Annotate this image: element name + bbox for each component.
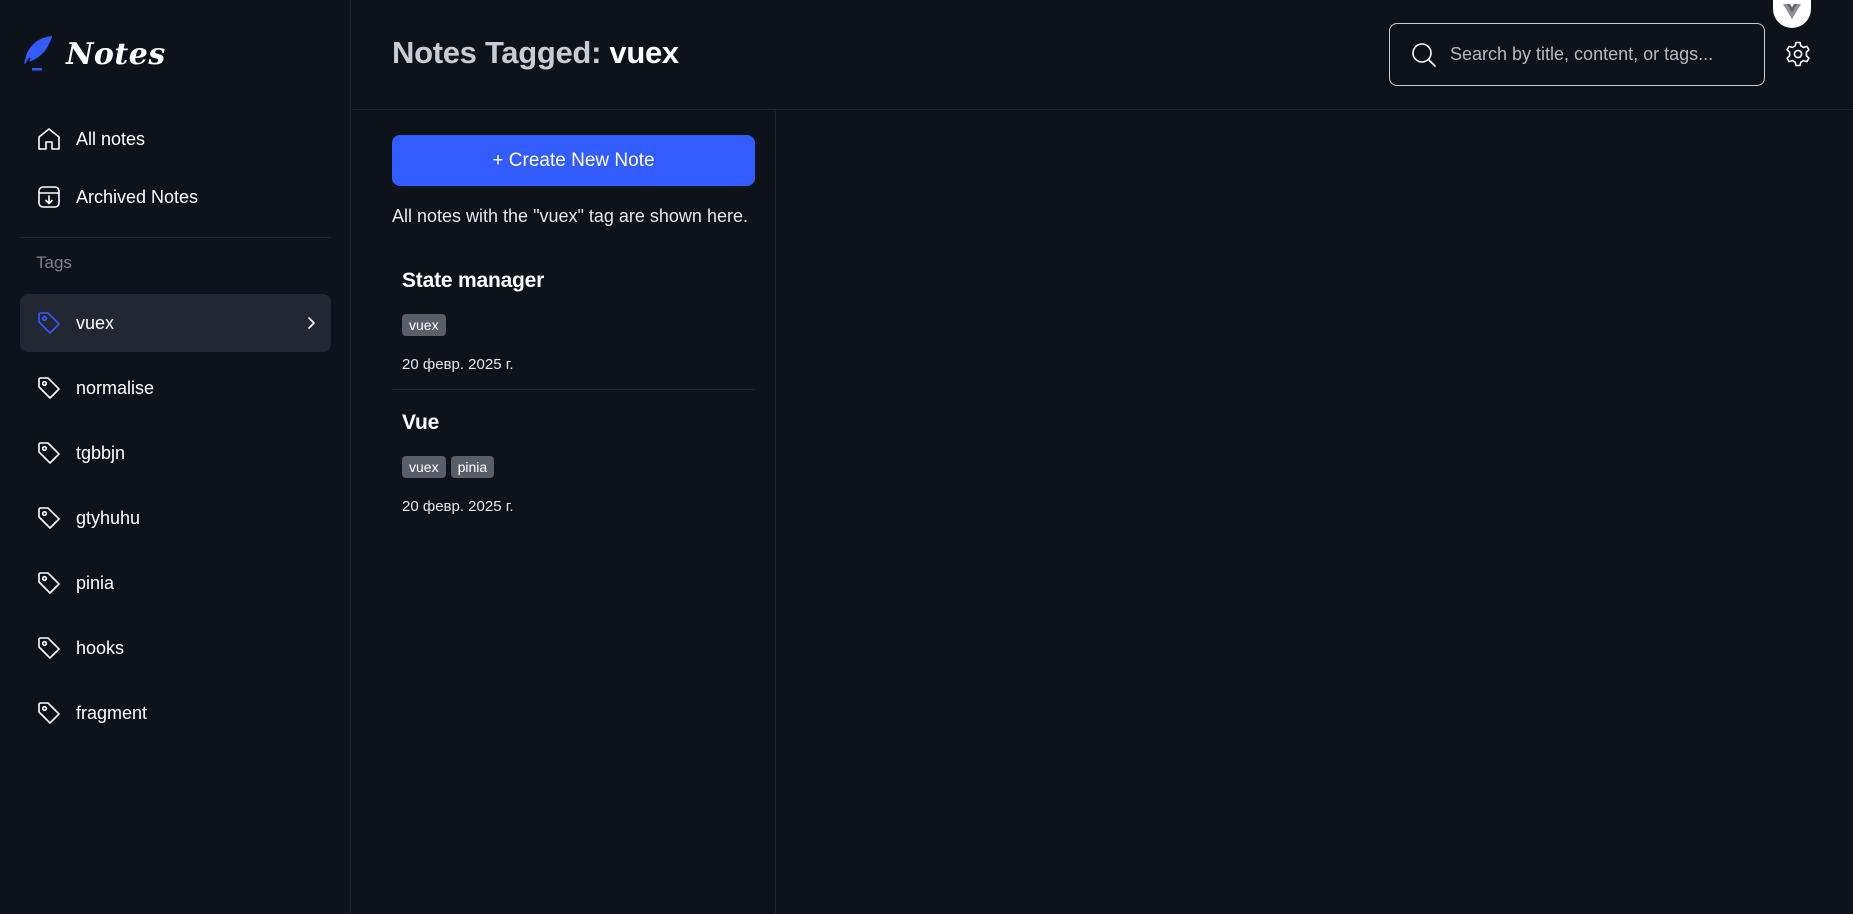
page-title-tag: vuex	[609, 35, 679, 70]
page-header: Notes Tagged: vuex	[352, 0, 1853, 110]
vue-devtools-badge[interactable]	[1773, 0, 1811, 28]
sidebar-tag-fragment[interactable]: fragment	[20, 684, 331, 742]
home-icon	[38, 128, 60, 150]
note-card[interactable]: Vue vuex pinia 20 февр. 2025 г.	[392, 393, 755, 533]
nav-archived-notes[interactable]: Archived Notes	[20, 168, 331, 226]
sidebar-tag-hooks[interactable]: hooks	[20, 619, 331, 677]
note-detail-panel	[777, 111, 1853, 914]
note-title: Vue	[402, 411, 440, 434]
app-root: Notes All notes Archived Notes Tags vuex…	[0, 0, 1853, 914]
tag-icon	[38, 377, 60, 399]
app-logo[interactable]: Notes	[20, 34, 166, 74]
note-tag-chip: vuex	[402, 456, 446, 478]
notes-list-panel: + Create New Note All notes with the "vu…	[352, 111, 776, 914]
tag-label: vuex	[76, 312, 115, 333]
tag-label: normalise	[76, 377, 155, 398]
settings-gear-icon[interactable]	[1784, 40, 1812, 68]
tag-label: pinia	[76, 572, 115, 593]
tag-icon	[38, 507, 60, 529]
archive-icon	[38, 186, 60, 208]
sidebar-tag-pinia[interactable]: pinia	[20, 554, 331, 612]
tag-icon	[38, 442, 60, 464]
note-card[interactable]: State manager vuex 20 февр. 2025 г.	[392, 251, 755, 390]
search-box	[1389, 23, 1765, 86]
note-date: 20 февр. 2025 г.	[402, 356, 514, 373]
tag-label: hooks	[76, 637, 125, 658]
main-nav: All notes Archived Notes	[20, 110, 331, 226]
sidebar-tag-normalise[interactable]: normalise	[20, 359, 331, 417]
search-input[interactable]	[1450, 44, 1740, 65]
note-date: 20 февр. 2025 г.	[402, 498, 514, 515]
sidebar-tag-tgbbjn[interactable]: tgbbjn	[20, 424, 331, 482]
tag-label: fragment	[76, 702, 148, 723]
tag-icon	[38, 312, 60, 334]
tag-icon	[38, 572, 60, 594]
app-name: Notes	[66, 36, 166, 72]
tag-icon	[38, 637, 60, 659]
feather-icon	[23, 36, 52, 71]
search-icon	[1412, 42, 1436, 67]
note-title: State manager	[402, 269, 545, 292]
sidebar-divider	[20, 237, 331, 238]
note-tags: vuex	[402, 314, 451, 336]
nav-label: Archived Notes	[76, 186, 199, 207]
chevron-right-icon	[308, 317, 315, 329]
vue-logo-icon	[1783, 4, 1801, 19]
note-tag-chip: pinia	[450, 456, 495, 478]
note-tags: vuex pinia	[402, 456, 499, 478]
tag-icon	[38, 702, 60, 724]
sidebar-tag-gtyhuhu[interactable]: gtyhuhu	[20, 489, 331, 547]
tag-list: vuex normalise tgbbjn gtyhuhu pinia hook…	[20, 294, 331, 749]
sidebar: Notes All notes Archived Notes Tags vuex…	[0, 0, 351, 914]
tag-label: tgbbjn	[76, 442, 126, 463]
create-new-note-button[interactable]: + Create New Note	[392, 135, 755, 186]
sidebar-tag-vuex[interactable]: vuex	[20, 294, 331, 352]
nav-label: All notes	[76, 128, 146, 149]
nav-all-notes[interactable]: All notes	[20, 110, 331, 168]
page-title: Notes Tagged: vuex	[392, 35, 679, 71]
page-title-prefix: Notes Tagged:	[392, 35, 610, 70]
note-tag-chip: vuex	[402, 314, 446, 336]
tag-label: gtyhuhu	[76, 507, 141, 528]
tags-heading: Tags	[36, 253, 72, 272]
tag-description: All notes with the "vuex" tag are shown …	[392, 206, 748, 226]
